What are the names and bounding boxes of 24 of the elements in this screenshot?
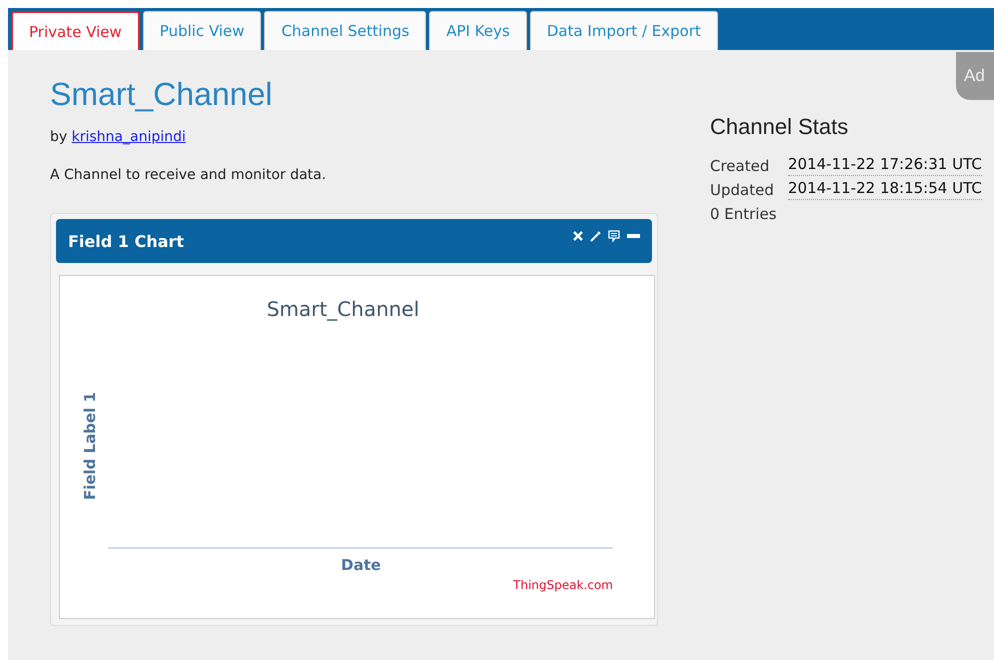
by-label: by [50, 129, 68, 145]
tab[interactable]: Public View [142, 11, 262, 50]
chart-title: Smart_Channel [266, 297, 420, 321]
channel-description: A Channel to receive and monitor data. [50, 167, 328, 183]
stat-value: 2014-11-22 17:26:31 UTC [788, 154, 982, 176]
chart-credit: ThingSpeak.com [513, 578, 613, 592]
stat-label: Created [710, 156, 770, 177]
channel-title: Smart_Channel [50, 76, 274, 113]
stat-value: 2014-11-22 18:15:54 UTC [788, 178, 982, 200]
entries-count: 0 Entries [710, 204, 778, 225]
y-axis-label: Field Label 1 [81, 392, 99, 500]
tab[interactable]: Private View [11, 11, 140, 50]
tab[interactable]: API Keys [429, 11, 527, 50]
panel-title: Field 1 Chart [68, 232, 184, 250]
tab[interactable]: Channel Settings [264, 11, 426, 50]
close-icon[interactable] [573, 231, 583, 241]
author-link[interactable]: krishna_anipindi [72, 129, 186, 145]
tab[interactable]: Data Import / Export [530, 11, 718, 50]
stats-title: Channel Stats [710, 114, 850, 140]
side-tab[interactable]: Ad [956, 52, 994, 100]
pencil-icon[interactable] [590, 230, 601, 242]
x-axis-label: Date [341, 556, 381, 574]
comment-icon[interactable] [608, 230, 620, 242]
stat-label: Updated [710, 180, 772, 201]
